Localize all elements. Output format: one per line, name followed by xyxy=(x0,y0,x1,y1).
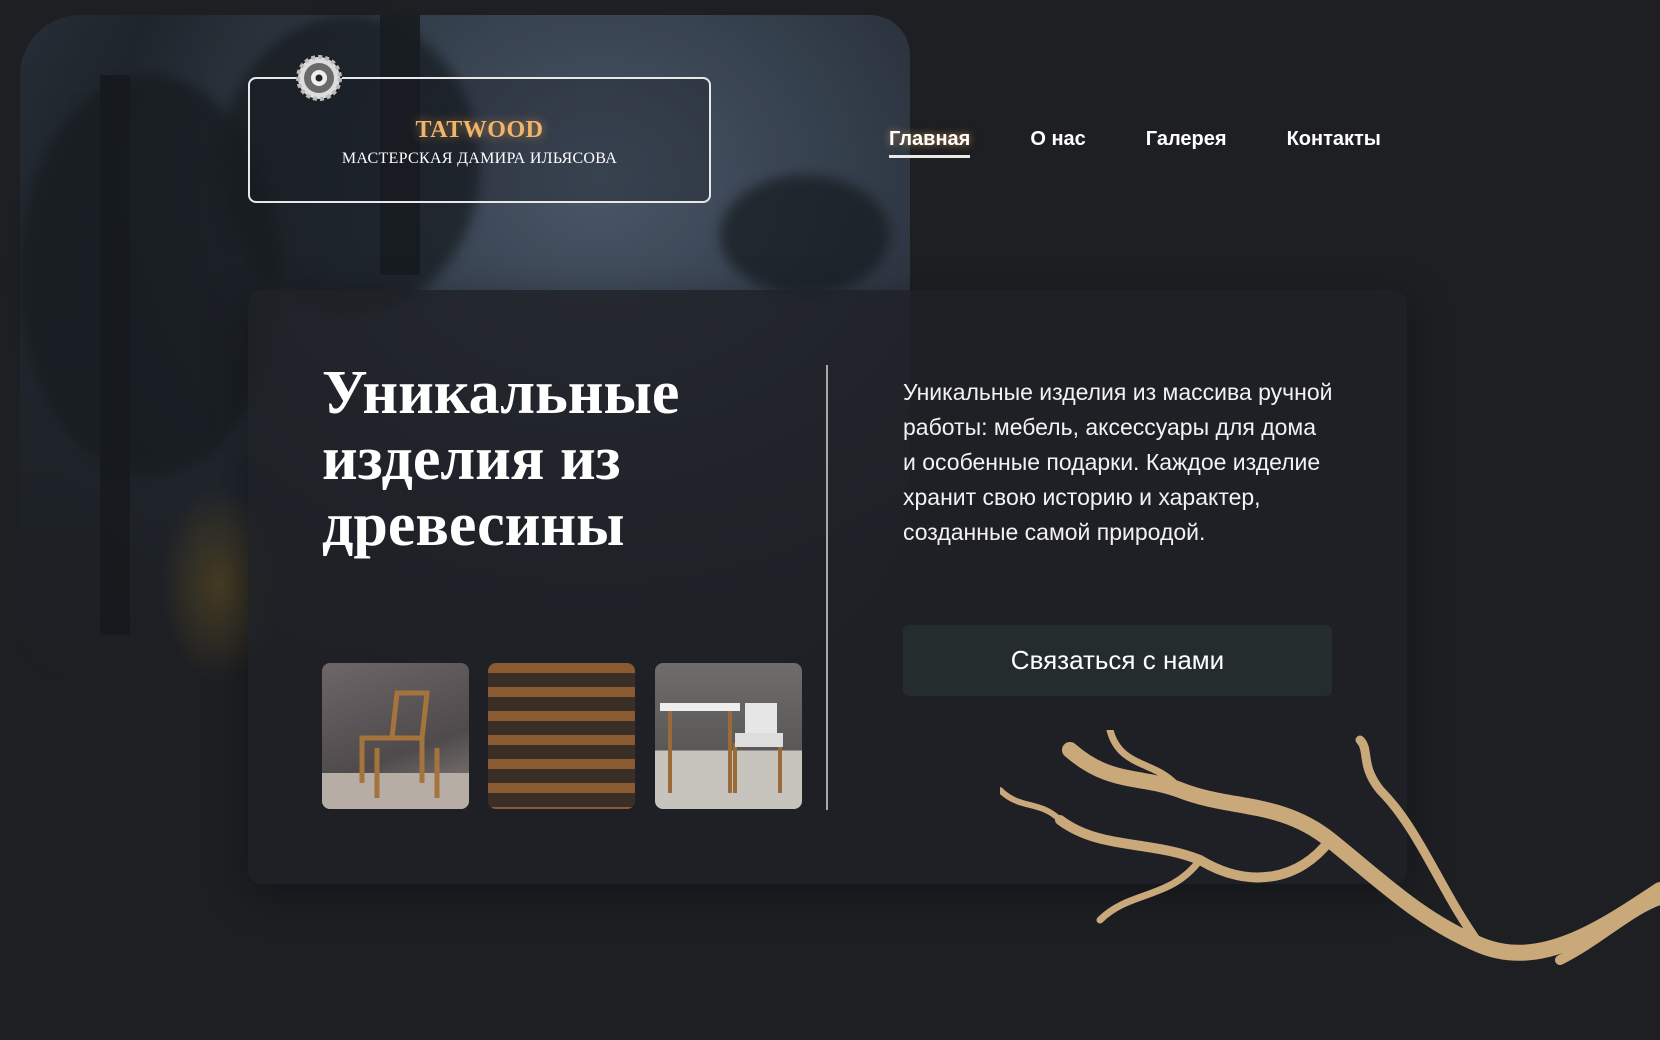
nav-about[interactable]: О нас xyxy=(1030,128,1085,158)
gallery-thumb-table[interactable] xyxy=(655,663,802,809)
main-nav: Главная О нас Галерея Контакты xyxy=(889,128,1381,158)
contact-us-button[interactable]: Связаться с нами xyxy=(903,625,1332,696)
driftwood-branch-image xyxy=(1000,730,1660,965)
gallery-thumb-wine-rack[interactable] xyxy=(488,663,635,809)
nav-gallery[interactable]: Галерея xyxy=(1146,128,1227,158)
saw-blade-icon xyxy=(296,55,342,101)
logo[interactable]: TATWOOD МАСТЕРСКАЯ ДАМИРА ИЛЬЯСОВА xyxy=(248,55,711,203)
gallery-thumb-chair[interactable] xyxy=(322,663,469,809)
hero-description: Уникальные изделия из массива ручной раб… xyxy=(903,379,1333,545)
nav-contacts[interactable]: Контакты xyxy=(1287,128,1381,158)
nav-home[interactable]: Главная xyxy=(889,128,971,158)
vertical-divider xyxy=(826,365,828,810)
hero-title: Уникальные изделия из древесины xyxy=(322,359,680,559)
brand-subtitle: МАСТЕРСКАЯ ДАМИРА ИЛЬЯСОВА xyxy=(341,150,618,167)
brand-name: TATWOOD xyxy=(415,117,544,143)
